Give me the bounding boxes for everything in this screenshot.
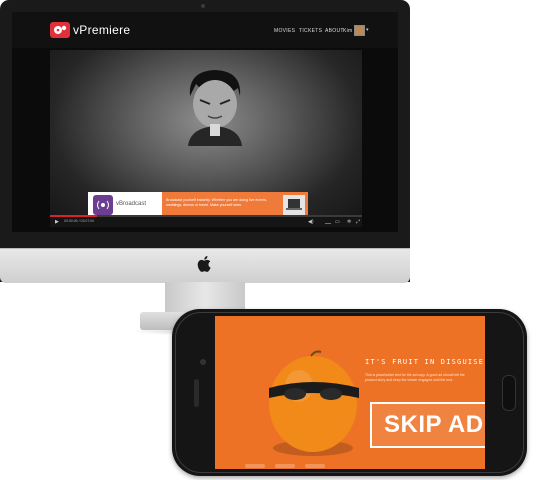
play-icon[interactable]: ▶ [55, 219, 59, 225]
captions-icon[interactable]: ▭ [335, 219, 340, 225]
nav-about[interactable]: ABOUT [325, 28, 344, 34]
desktop-screen: vPremiere MOVIES TICKETS ABOUT Kim ▾ vBr… [12, 12, 398, 232]
film-reel-icon[interactable] [50, 22, 70, 38]
ad-brand-name: vBroadcast [116, 201, 147, 207]
video-frame-character [188, 70, 242, 146]
apple-logo-icon [197, 256, 211, 272]
phone-speaker [194, 379, 199, 407]
volume-icon[interactable]: ◀) [308, 219, 314, 225]
masked-orange-image [269, 350, 359, 456]
smartphone: IT'S FRUIT IN DISGUISE This is placehold… [172, 309, 527, 476]
nav-back-icon[interactable] [245, 464, 265, 468]
phone-ad-body: This is placeholder text for the ad copy… [365, 373, 465, 382]
avatar[interactable] [354, 25, 365, 36]
fullscreen-icon[interactable]: ⤢ [356, 219, 360, 225]
nav-tickets[interactable]: TICKETS [299, 28, 322, 34]
progress-bar[interactable] [50, 215, 362, 217]
phone-camera [200, 359, 206, 365]
nav-movies[interactable]: MOVIES [274, 28, 295, 34]
webcam [201, 4, 205, 8]
video-player[interactable]: vBroadcast Broadcast yourself instantly.… [50, 50, 362, 227]
settings-icon[interactable]: ✲ [347, 219, 351, 225]
nav-recent-icon[interactable] [305, 464, 325, 468]
desktop-monitor: vPremiere MOVIES TICKETS ABOUT Kim ▾ vBr… [0, 0, 410, 283]
player-controls: ▶ 00:00:05 / 03:07:00 ◀) ▬▬ ▭ ✲ ⤢ [50, 215, 362, 227]
brand-logo-text[interactable]: vPremiere [73, 22, 130, 38]
ad-device-thumbnail[interactable] [283, 195, 305, 215]
chevron-down-icon[interactable]: ▾ [366, 27, 369, 33]
user-name[interactable]: Kim [343, 28, 353, 34]
ad-copy: Broadcast yourself instantly. Whether yo… [166, 198, 268, 207]
time-display: 00:00:05 / 03:07:00 [64, 219, 95, 223]
volume-slider[interactable]: ▬▬ [325, 220, 331, 226]
site-header: vPremiere MOVIES TICKETS ABOUT Kim ▾ [12, 12, 398, 48]
skip-ad-button[interactable]: SKIP AD [370, 402, 485, 448]
monitor-stand-neck [165, 282, 245, 312]
phone-home-button[interactable] [502, 375, 516, 411]
phone-ad-heading: IT'S FRUIT IN DISGUISE [365, 358, 485, 366]
broadcast-icon [93, 195, 113, 215]
monitor-chin [0, 248, 410, 283]
progress-fill [50, 215, 97, 217]
phone-screen: IT'S FRUIT IN DISGUISE This is placehold… [215, 316, 485, 469]
nav-home-icon[interactable] [275, 464, 295, 468]
